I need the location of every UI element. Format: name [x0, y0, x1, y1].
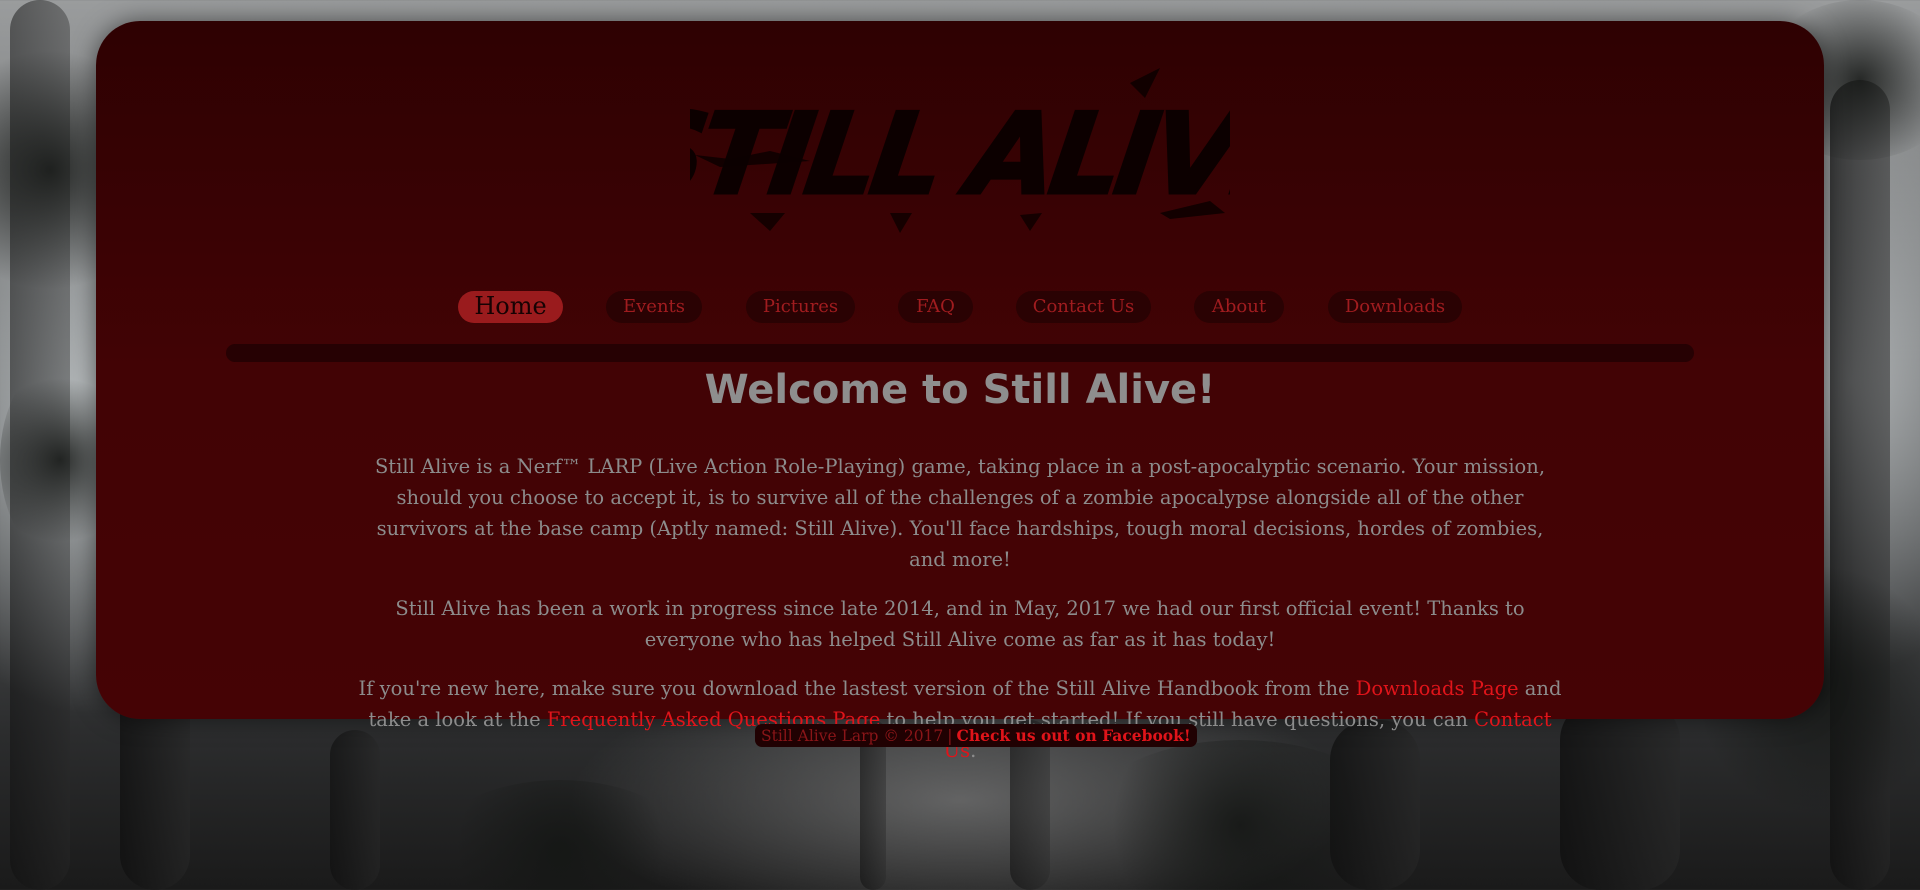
- nav-contact-us[interactable]: Contact Us: [1016, 291, 1151, 323]
- getting-started-paragraph: If you're new here, make sure you downlo…: [356, 673, 1564, 766]
- footer-separator: |: [947, 727, 953, 745]
- page-title: Welcome to Still Alive!: [704, 367, 1216, 413]
- nav-faq[interactable]: FAQ: [898, 291, 973, 323]
- nav-downloads[interactable]: Downloads: [1328, 291, 1462, 323]
- nav-events[interactable]: Events: [606, 291, 702, 323]
- main-panel: STILL ALIVE Home Events Pictures FAQ Con…: [96, 21, 1824, 762]
- main-nav: Home Events Pictures FAQ Contact Us Abou…: [96, 291, 1824, 323]
- site-logo[interactable]: STILL ALIVE: [96, 63, 1824, 233]
- downloads-page-link[interactable]: Downloads Page: [1356, 677, 1519, 700]
- nav-divider: [226, 344, 1694, 362]
- nav-label: FAQ: [916, 296, 955, 317]
- history-paragraph: Still Alive has been a work in progress …: [395, 597, 1525, 651]
- nav-label: Pictures: [762, 296, 839, 317]
- nav-label: About: [1211, 296, 1267, 317]
- intro-paragraph: Still Alive is a Nerf™ LARP (Live Action…: [374, 455, 1546, 571]
- facebook-link[interactable]: Check us out on Facebook!: [957, 726, 1191, 745]
- nav-pictures[interactable]: Pictures: [746, 291, 855, 323]
- nav-about[interactable]: About: [1194, 291, 1284, 323]
- nav-label: Events: [622, 296, 686, 317]
- copyright-text: Still Alive Larp © 2017: [761, 727, 944, 745]
- footer: Still Alive Larp © 2017 | Check us out on …: [755, 724, 1197, 747]
- nav-label: Home: [474, 292, 547, 320]
- nav-label: Downloads: [1344, 296, 1446, 317]
- nav-label: Contact Us: [1032, 296, 1135, 317]
- nav-home[interactable]: Home: [458, 291, 563, 323]
- text-segment: If you're new here, make sure you downlo…: [358, 677, 1356, 700]
- still-alive-logo: STILL ALIVE: [690, 68, 1230, 233]
